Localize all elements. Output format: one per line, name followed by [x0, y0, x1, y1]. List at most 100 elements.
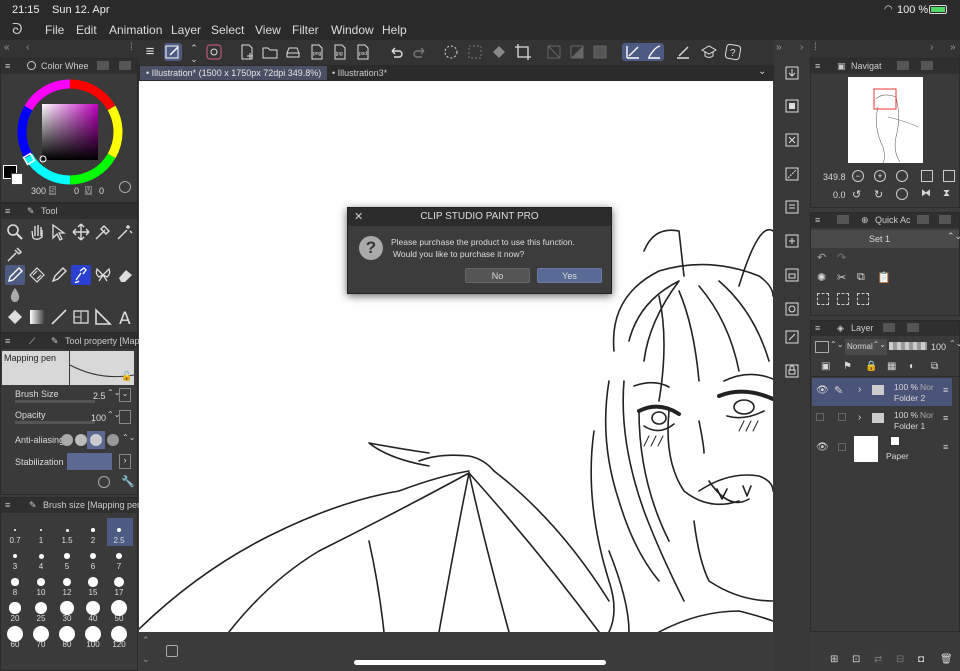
airbrush-tool-icon[interactable]: [27, 265, 47, 285]
brush-size-preview[interactable]: [11, 578, 19, 586]
opacity-slider[interactable]: [15, 421, 95, 424]
layer-row-folder-2[interactable]: 👁 ✎ › 100 % Nor Folder 2 ≡: [812, 378, 952, 406]
frame-border-tool-icon[interactable]: [71, 307, 91, 327]
antialias-medium[interactable]: [87, 431, 105, 449]
color-slider-tab-icon[interactable]: [119, 61, 131, 70]
selection-tool-icon[interactable]: [93, 222, 113, 242]
transfer-icon[interactable]: ⇄: [874, 654, 882, 665]
layer-property-tab-icon[interactable]: [883, 323, 895, 332]
lock-icon[interactable]: 🔒: [865, 361, 877, 372]
opacity-toggle-icon[interactable]: [119, 410, 131, 424]
opacity-bar[interactable]: [889, 342, 927, 350]
menu-file[interactable]: File: [45, 23, 64, 37]
brush-size-preview[interactable]: [9, 602, 21, 614]
collapse-right-icon[interactable]: »: [950, 42, 956, 53]
export-psd-icon[interactable]: psd: [354, 43, 372, 61]
color-stepper[interactable]: ⌃⌄: [830, 340, 843, 349]
copy-icon[interactable]: ⧉: [857, 271, 865, 284]
color-mode-icon[interactable]: [119, 181, 131, 193]
panel-menu-icon[interactable]: ≡: [815, 323, 820, 333]
drag-handle-icon[interactable]: ≡: [943, 385, 948, 395]
mode-stepper[interactable]: ⌃ ⌄: [185, 43, 203, 64]
wrench-icon[interactable]: 🔧: [121, 475, 135, 488]
no-button[interactable]: No: [465, 268, 530, 283]
blend-tool-icon[interactable]: [5, 285, 25, 305]
edit-target-icon[interactable]: [838, 443, 846, 451]
chevron-left-icon[interactable]: ‹: [26, 42, 29, 53]
select-all-icon[interactable]: [817, 293, 829, 305]
edit-mode-icon[interactable]: [164, 43, 182, 61]
eyedropper-tool-icon[interactable]: [5, 244, 25, 264]
zoom-out-icon[interactable]: −: [852, 170, 864, 182]
actual-size-icon[interactable]: [921, 170, 933, 182]
color-set-tab-icon[interactable]: [97, 61, 109, 70]
menu-view[interactable]: View: [255, 23, 281, 37]
brush-size-preview[interactable]: [113, 576, 125, 588]
fill-icon[interactable]: [783, 165, 801, 183]
lock-transparency-icon[interactable]: ▦: [887, 361, 896, 372]
yes-button[interactable]: Yes: [537, 268, 602, 283]
visibility-eye-icon[interactable]: 👁: [816, 442, 829, 453]
ruler-tool-icon[interactable]: [93, 307, 113, 327]
import-icon[interactable]: [783, 64, 801, 82]
brush-size-preview[interactable]: [39, 528, 43, 532]
chevron-right-icon[interactable]: ›: [800, 42, 803, 53]
navigator-thumbnail[interactable]: [848, 77, 923, 164]
grip-icon[interactable]: ⁞: [814, 42, 817, 53]
export-png-icon[interactable]: png: [308, 43, 326, 61]
app-logo-icon[interactable]: ᘐ: [12, 21, 23, 38]
menu-help[interactable]: Help: [382, 23, 407, 37]
reset-icon[interactable]: [98, 476, 110, 488]
mask-add-icon[interactable]: ◘: [918, 654, 924, 665]
tab-illustration-active[interactable]: • Illustration* (1500 x 1750px 72dpi 349…: [140, 66, 328, 80]
invert-selection-icon[interactable]: [568, 43, 586, 61]
panel-menu-icon[interactable]: ≡: [5, 500, 10, 510]
decoration-tool-icon[interactable]: [93, 265, 113, 285]
drag-handle-icon[interactable]: ≡: [943, 442, 948, 452]
tab-illustration3[interactable]: • Illustration3*: [326, 66, 393, 80]
fill-selection-icon[interactable]: [490, 43, 508, 61]
tutorial-icon[interactable]: [700, 43, 718, 61]
chevron-down-icon[interactable]: ⌄: [142, 654, 150, 665]
text-tool-icon[interactable]: A: [115, 307, 135, 329]
help-icon[interactable]: ?: [724, 43, 742, 61]
edit-target-icon[interactable]: [838, 413, 846, 421]
figure-tool-icon[interactable]: [49, 307, 69, 327]
move-layer-tool-icon[interactable]: [71, 222, 91, 242]
settings-icon[interactable]: [783, 300, 801, 318]
brush-size-preview[interactable]: [14, 529, 16, 531]
merge-icon[interactable]: [783, 266, 801, 284]
close-icon[interactable]: ✕: [354, 210, 363, 223]
transform-layer-icon[interactable]: [783, 232, 801, 250]
history-tab-icon[interactable]: [917, 215, 929, 224]
auto-action-tab-icon[interactable]: [939, 215, 951, 224]
grip-icon[interactable]: ⁞: [130, 42, 133, 53]
fill-tool-icon[interactable]: [5, 307, 25, 327]
chevron-up-icon[interactable]: ⌃: [142, 635, 150, 646]
clear-icon[interactable]: [783, 131, 801, 149]
drag-handle-icon[interactable]: ≡: [943, 413, 948, 423]
reference-icon[interactable]: ⚑: [843, 361, 852, 372]
eraser-tool-icon[interactable]: [115, 265, 135, 285]
visibility-eye-icon[interactable]: 👁: [816, 385, 829, 396]
new-folder-icon[interactable]: ⊡: [852, 654, 860, 665]
new-file-icon[interactable]: [238, 43, 256, 61]
expand-folder-icon[interactable]: ›: [858, 412, 861, 423]
deselect-icon[interactable]: [837, 293, 849, 305]
open-file-icon[interactable]: [261, 43, 279, 61]
crop-icon[interactable]: [514, 43, 532, 61]
brush-size-preview[interactable]: [34, 601, 48, 615]
undo-icon[interactable]: [387, 43, 405, 61]
preset-thumbnail[interactable]: Mapping pen: [2, 351, 69, 385]
flip-horizontal-icon[interactable]: ⧓: [921, 188, 931, 199]
brush-size-preview[interactable]: [62, 577, 72, 587]
color-wheel-tab-icon[interactable]: [27, 61, 36, 70]
set-stepper[interactable]: ⌃⌄: [947, 231, 960, 242]
selection-border-icon[interactable]: [591, 43, 609, 61]
new-raster-layer-icon[interactable]: ⊞: [830, 654, 838, 665]
brush-size-preview[interactable]: [65, 528, 69, 532]
antialias-none[interactable]: [61, 434, 73, 446]
sub-color-swatch[interactable]: [11, 173, 23, 185]
snap-ruler-icon[interactable]: [624, 43, 642, 61]
menu-filter[interactable]: Filter: [292, 23, 319, 37]
